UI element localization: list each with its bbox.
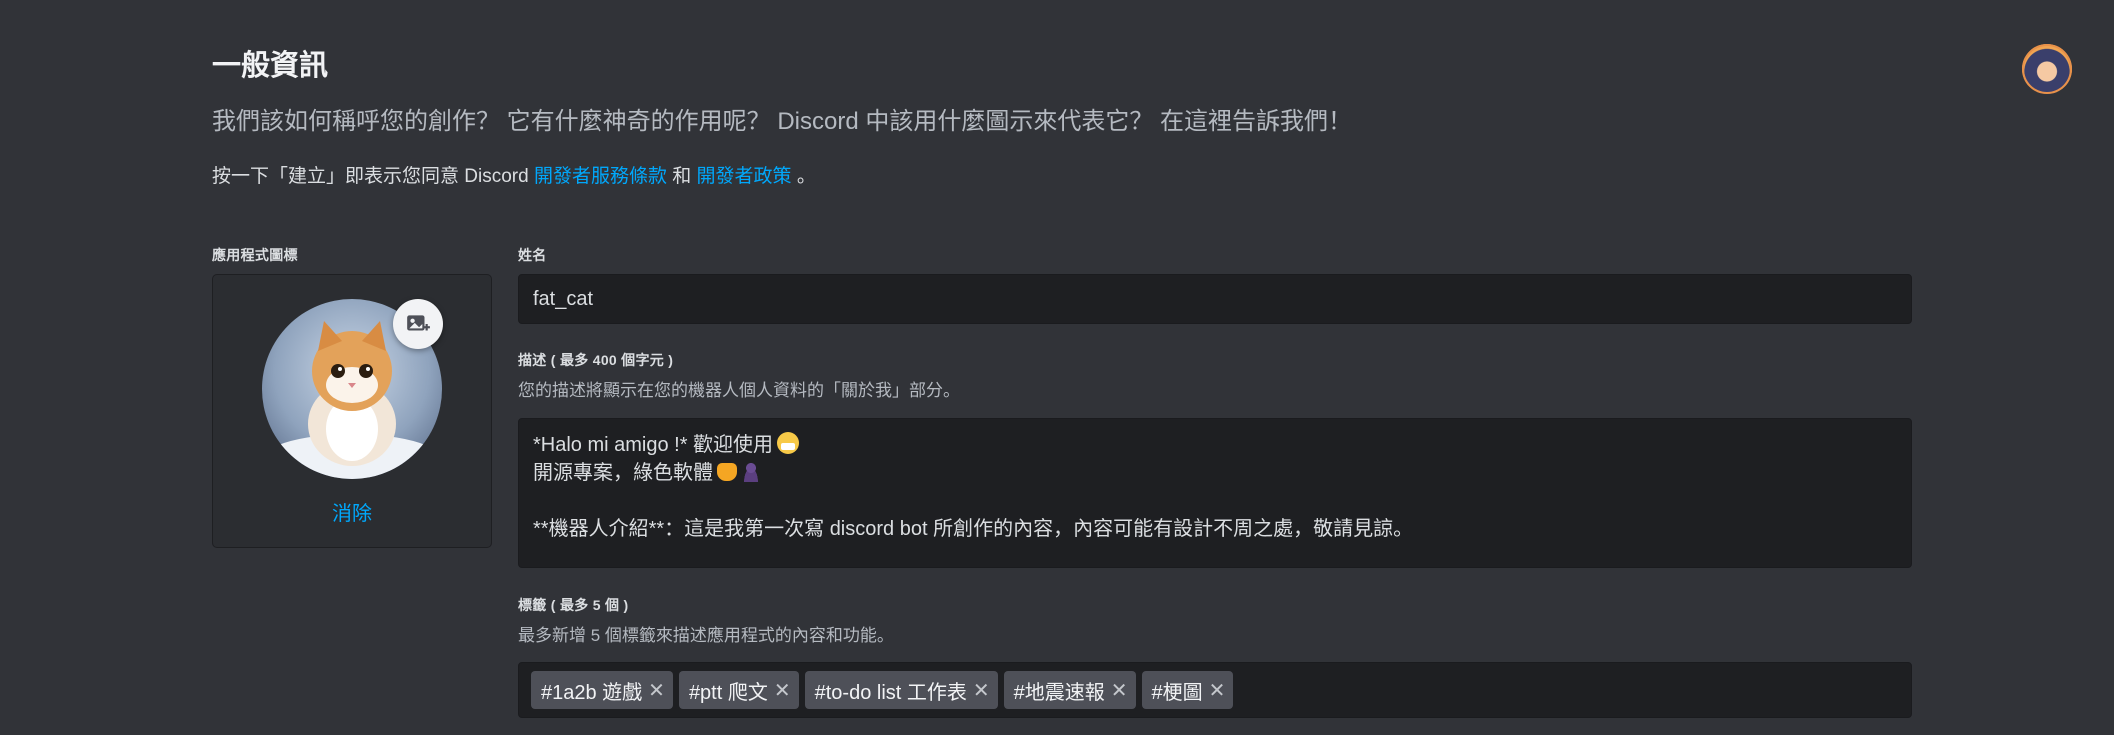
tag-chip: #ptt 爬文 ✕	[678, 671, 799, 709]
tag-chip: #地震速報 ✕	[1003, 671, 1136, 709]
remove-tag-icon[interactable]: ✕	[1209, 678, 1226, 703]
tags-label: 標籤 ( 最多 5 個 )	[518, 597, 629, 613]
user-avatar[interactable]	[2022, 44, 2072, 94]
tags-input[interactable]: #1a2b 遊戲 ✕ #ptt 爬文 ✕ #to-do list 工作表 ✕ #地震速…	[518, 662, 1912, 718]
description-line: **機器人介紹**：這是我第一次寫 discord bot 所創作的內容，內容可…	[533, 518, 1414, 540]
remove-tag-icon[interactable]: ✕	[774, 678, 791, 703]
tag-chip: #1a2b 遊戲 ✕	[531, 671, 673, 709]
remove-tag-icon[interactable]: ✕	[648, 678, 665, 703]
description-textarea[interactable]: *Halo mi amigo !* 歡迎使用 開源專案，綠色軟體 **機器人介紹…	[518, 418, 1912, 568]
terms-middle: 和	[666, 166, 697, 187]
description-hint: 您的描述將顯示在您的機器人個人資料的「關於我」部分。	[518, 381, 960, 400]
tags-hint: 最多新增 5 個標籤來描述應用程式的內容和功能。	[518, 626, 894, 645]
description-line: 開源專案，綠色軟體	[533, 459, 1897, 487]
add-image-icon	[407, 315, 430, 331]
tag-label: #1a2b 遊戲	[541, 681, 643, 704]
tag-chip: #to-do list 工作表 ✕	[804, 671, 998, 709]
description-line-text: 開源專案，綠色軟體	[533, 462, 713, 484]
tag-label: #to-do list 工作表	[814, 681, 967, 704]
description-line-text: *Halo mi amigo !* 歡迎使用	[533, 434, 774, 456]
tag-label: #地震速報	[1013, 681, 1105, 704]
developer-policy-link[interactable]: 開發者政策	[697, 166, 792, 187]
upload-image-button[interactable]	[393, 299, 443, 349]
remove-tag-icon[interactable]: ✕	[1111, 678, 1128, 703]
tag-chip: #梗圖 ✕	[1141, 671, 1234, 709]
page-title: 一般資訊	[212, 50, 329, 82]
remove-icon-link[interactable]: 消除	[213, 497, 491, 526]
terms-notice: 按一下「建立」即表示您同意 Discord 開發者服務條款 和 開發者政策 。	[212, 162, 816, 192]
tag-label: #ptt 爬文	[688, 681, 768, 704]
name-input[interactable]	[518, 274, 1912, 324]
description-line	[533, 487, 1897, 515]
page-subtitle: 我們該如何稱呼您的創作？ 它有什麼神奇的作用呢？ Discord 中該用什麼圖示…	[212, 108, 1353, 135]
terms-prefix: 按一下「建立」即表示您同意 Discord	[212, 166, 534, 187]
cat-emoji-icon	[717, 463, 737, 481]
app-icon-panel: 消除	[212, 274, 492, 548]
mask-emoji-icon	[777, 432, 800, 454]
terms-suffix: 。	[791, 166, 816, 187]
app-icon-label: 應用程式圖標	[212, 247, 298, 263]
name-label: 姓名	[518, 247, 547, 263]
remove-tag-icon[interactable]: ✕	[973, 678, 990, 703]
description-line: *Halo mi amigo !* 歡迎使用	[533, 431, 1897, 459]
developer-tos-link[interactable]: 開發者服務條款	[534, 166, 667, 187]
person-emoji-icon	[741, 462, 761, 482]
description-label: 描述 ( 最多 400 個字元 )	[518, 352, 674, 368]
tag-label: #梗圖	[1151, 681, 1203, 704]
